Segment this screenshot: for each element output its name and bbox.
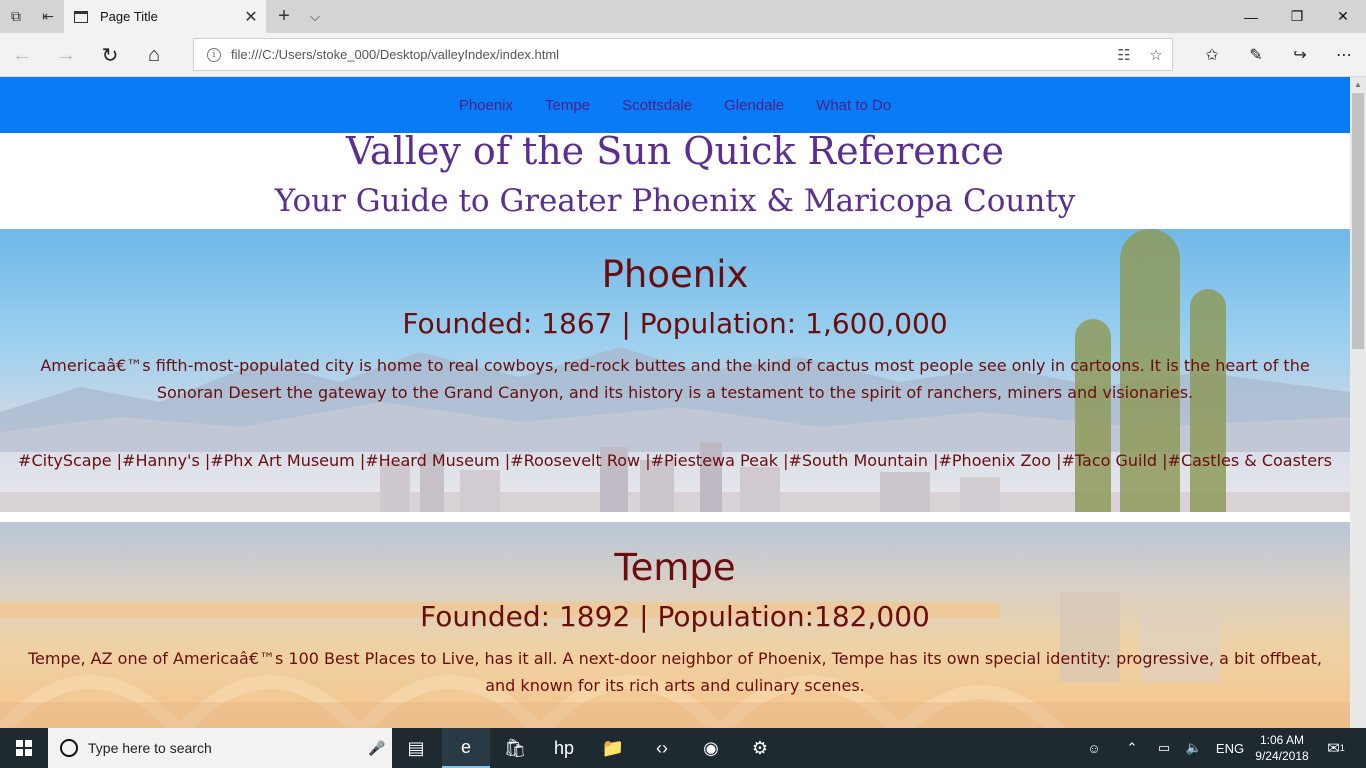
language-indicator[interactable]: ENG [1212,728,1248,768]
set-tabs-aside-icon[interactable]: ⇤ [32,0,64,33]
windows-taskbar: Type here to search 🎤 ▤ e 🛍 hp 📁 ‹› ◉ ⚙ … [0,728,1366,768]
close-window-button[interactable]: ✕ [1320,0,1366,33]
nav-link-glendale[interactable]: Glendale [708,97,800,114]
minimize-button[interactable]: — [1228,0,1274,33]
site-nav: Phoenix Tempe Scottsdale Glendale What t… [0,77,1350,133]
file-explorer-icon[interactable]: 📁 [589,728,637,768]
page-viewport: Phoenix Tempe Scottsdale Glendale What t… [0,77,1350,728]
store-icon[interactable]: 🛍 [491,728,539,768]
hp-icon[interactable]: hp [540,728,588,768]
section-divider [0,512,1350,522]
tempe-section: Tempe Founded: 1892 | Population:182,000… [0,522,1350,728]
refresh-button[interactable]: ↻ [88,33,132,77]
address-text[interactable]: file:///C:/Users/stoke_000/Desktop/valle… [231,47,1108,62]
city-name: Tempe [614,546,736,589]
tab-manager-icon[interactable]: ⧉ [0,0,32,33]
tab-title: Page Title [100,9,158,24]
browser-toolbar: ← → ↻ ⌂ i file:///C:/Users/stoke_000/Des… [0,33,1366,77]
share-icon[interactable]: ↪ [1278,33,1322,77]
page-subtitle: Your Guide to Greater Phoenix & Maricopa… [274,183,1076,219]
web-note-icon[interactable]: ✎ [1234,33,1278,77]
clock[interactable]: 1:06 AM 9/24/2018 [1252,732,1312,764]
city-name: Phoenix [601,253,749,296]
close-tab-icon[interactable]: ✕ [236,7,266,27]
start-button[interactable] [0,728,48,768]
home-button[interactable]: ⌂ [132,33,176,77]
cortana-icon [60,739,78,757]
info-icon[interactable]: i [207,47,221,62]
search-placeholder: Type here to search [88,740,212,756]
action-center-icon[interactable]: ✉ 1 [1316,728,1356,768]
nav-link-phoenix[interactable]: Phoenix [443,97,529,114]
back-button[interactable]: ← [0,33,44,77]
city-stats: Founded: 1867 | Population: 1,600,000 [402,307,948,340]
reading-view-icon[interactable]: ☷ [1108,46,1140,64]
settings-gear-icon[interactable]: ⚙ [736,728,784,768]
cactus-arm-graphic [1075,319,1111,512]
clock-date: 9/24/2018 [1255,749,1309,763]
scroll-thumb[interactable] [1352,93,1364,349]
notification-count: 1 [1339,743,1345,753]
city-stats: Founded: 1892 | Population:182,000 [420,600,930,633]
restore-button[interactable]: ❐ [1274,0,1320,33]
chrome-icon[interactable]: ◉ [687,728,735,768]
edge-browser-icon[interactable]: e [442,728,490,768]
phoenix-section: Phoenix Founded: 1867 | Population: 1,60… [0,229,1350,512]
vscode-icon[interactable]: ‹› [638,728,686,768]
address-bar[interactable]: i file:///C:/Users/stoke_000/Desktop/val… [193,38,1173,71]
battery-icon[interactable]: ▭ [1152,728,1176,768]
nav-link-scottsdale[interactable]: Scottsdale [606,97,708,114]
task-view-icon[interactable]: ▤ [392,728,440,768]
more-menu-icon[interactable]: ⋯ [1322,33,1366,77]
favorite-star-icon[interactable]: ☆ [1140,46,1172,64]
nav-link-what-to-do[interactable]: What to Do [800,97,907,114]
city-tags: #CityScape |#Hanny's |#Phx Art Museum |#… [18,451,1332,470]
browser-tab-bar: ⧉ ⇤ Page Title ✕ + ⌵ — ❐ ✕ [0,0,1366,33]
people-icon[interactable]: ☺ [1080,728,1108,768]
page-icon [74,10,88,23]
page-title: Valley of the Sun Quick Reference [345,129,1005,173]
forward-button[interactable]: → [44,33,88,77]
favorites-hub-icon[interactable]: ✩ [1190,33,1234,77]
scroll-up-arrow-icon[interactable]: ▲ [1350,77,1366,93]
tab-preview-chevron-icon[interactable]: ⌵ [302,0,328,33]
new-tab-button[interactable]: + [270,0,298,33]
windows-logo-icon [16,740,32,756]
microphone-icon[interactable]: 🎤 [362,740,392,757]
nav-link-tempe[interactable]: Tempe [529,97,606,114]
taskbar-search-box[interactable]: Type here to search 🎤 [48,728,392,768]
volume-icon[interactable]: 🔈 [1182,728,1206,768]
city-description: Americaâ€™s fifth-most-populated city is… [40,356,1310,402]
clock-time: 1:06 AM [1259,733,1305,747]
show-hidden-icons-chevron-icon[interactable]: ⌃ [1120,728,1144,768]
browser-tab[interactable]: Page Title ✕ [64,0,266,33]
page-scrollbar[interactable]: ▲ [1350,77,1366,728]
city-description: Tempe, AZ one of Americaâ€™s 100 Best Pl… [28,649,1322,695]
